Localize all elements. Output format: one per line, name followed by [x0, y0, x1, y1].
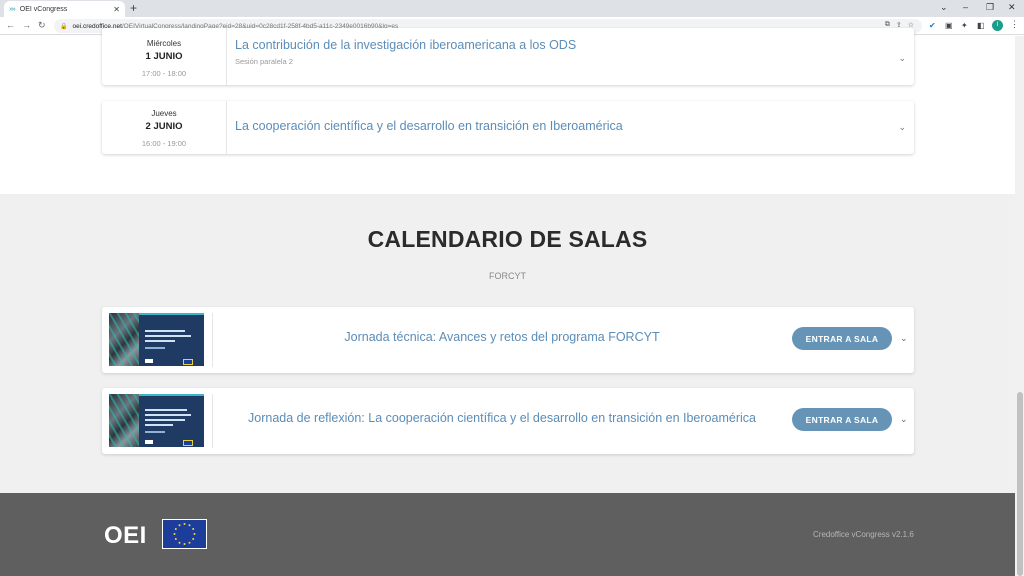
- chevron-down-icon[interactable]: ⌄: [900, 414, 908, 425]
- eu-flag-icon: [162, 519, 207, 549]
- room-card[interactable]: Jornada técnica: Avances y retos del pro…: [102, 307, 914, 373]
- session-card[interactable]: Jueves 2 JUNIO 16:00 - 19:00 La cooperac…: [102, 101, 914, 154]
- profile-avatar[interactable]: I: [992, 20, 1003, 31]
- room-title-link[interactable]: Jornada de reflexión: La cooperación cie…: [212, 411, 792, 425]
- reload-icon[interactable]: ↻: [38, 20, 46, 31]
- session-date: 2 JUNIO: [145, 121, 183, 132]
- restore-icon[interactable]: ❐: [986, 2, 994, 13]
- room-thumbnail: [109, 313, 204, 366]
- chevron-down-icon[interactable]: ⌄: [898, 122, 906, 133]
- calendar-subtitle: FORCYT: [489, 271, 526, 281]
- session-title-link[interactable]: La contribución de la investigación iber…: [235, 38, 576, 52]
- session-date-block: Miércoles 1 JUNIO 17:00 - 18:00: [102, 28, 227, 85]
- new-tab-button[interactable]: +: [130, 1, 137, 15]
- footer-version-text: Credoffice vCongress v2.1.6: [813, 530, 914, 539]
- extension-box-icon[interactable]: ▣: [945, 21, 953, 30]
- extension-icon[interactable]: ✔: [929, 21, 936, 30]
- session-time: 17:00 - 18:00: [141, 69, 187, 78]
- room-title-link[interactable]: Jornada técnica: Avances y retos del pro…: [212, 330, 792, 344]
- session-date-block: Jueves 2 JUNIO 16:00 - 19:00: [102, 101, 227, 154]
- forward-arrow-icon[interactable]: →: [22, 20, 31, 30]
- tab-search-icon[interactable]: ⌄: [940, 2, 948, 13]
- scrollbar-thumb[interactable]: [1017, 392, 1023, 576]
- room-card[interactable]: Jornada de reflexión: La cooperación cie…: [102, 388, 914, 454]
- session-title-link[interactable]: La cooperación científica y el desarroll…: [235, 119, 623, 133]
- browser-tab-bar: »» OEI vCongress ✕ + ⌄ – ❐ ✕: [0, 0, 1024, 17]
- favicon-icon: »»: [9, 5, 16, 13]
- session-card[interactable]: Miércoles 1 JUNIO 17:00 - 18:00 La contr…: [102, 28, 914, 85]
- extensions-puzzle-icon[interactable]: ✦: [961, 21, 968, 30]
- browser-menu-icon[interactable]: ⋮: [1010, 19, 1019, 30]
- back-arrow-icon[interactable]: ←: [6, 20, 15, 30]
- chevron-down-icon[interactable]: ⌄: [900, 333, 908, 344]
- session-time: 16:00 - 19:00: [141, 139, 187, 148]
- oei-logo: OEI: [104, 522, 147, 549]
- window-close-icon[interactable]: ✕: [1008, 2, 1016, 13]
- lock-icon[interactable]: 🔒: [60, 23, 67, 30]
- minimize-icon[interactable]: –: [963, 2, 968, 12]
- session-weekday: Miércoles: [146, 39, 182, 48]
- calendar-title: CALENDARIO DE SALAS: [367, 226, 648, 252]
- chevron-down-icon[interactable]: ⌄: [898, 53, 906, 64]
- enter-room-button[interactable]: ENTRAR A SALA: [792, 327, 892, 350]
- close-tab-icon[interactable]: ✕: [113, 5, 120, 14]
- browser-tab[interactable]: »» OEI vCongress ✕: [4, 1, 125, 17]
- session-subtitle: Sesión paralela 2: [235, 57, 293, 66]
- session-weekday: Jueves: [151, 109, 177, 118]
- tab-title: OEI vCongress: [19, 5, 68, 13]
- side-panel-icon[interactable]: ◧: [977, 21, 985, 30]
- enter-room-button[interactable]: ENTRAR A SALA: [792, 408, 892, 431]
- room-thumbnail: [109, 394, 204, 447]
- session-date: 1 JUNIO: [145, 51, 183, 62]
